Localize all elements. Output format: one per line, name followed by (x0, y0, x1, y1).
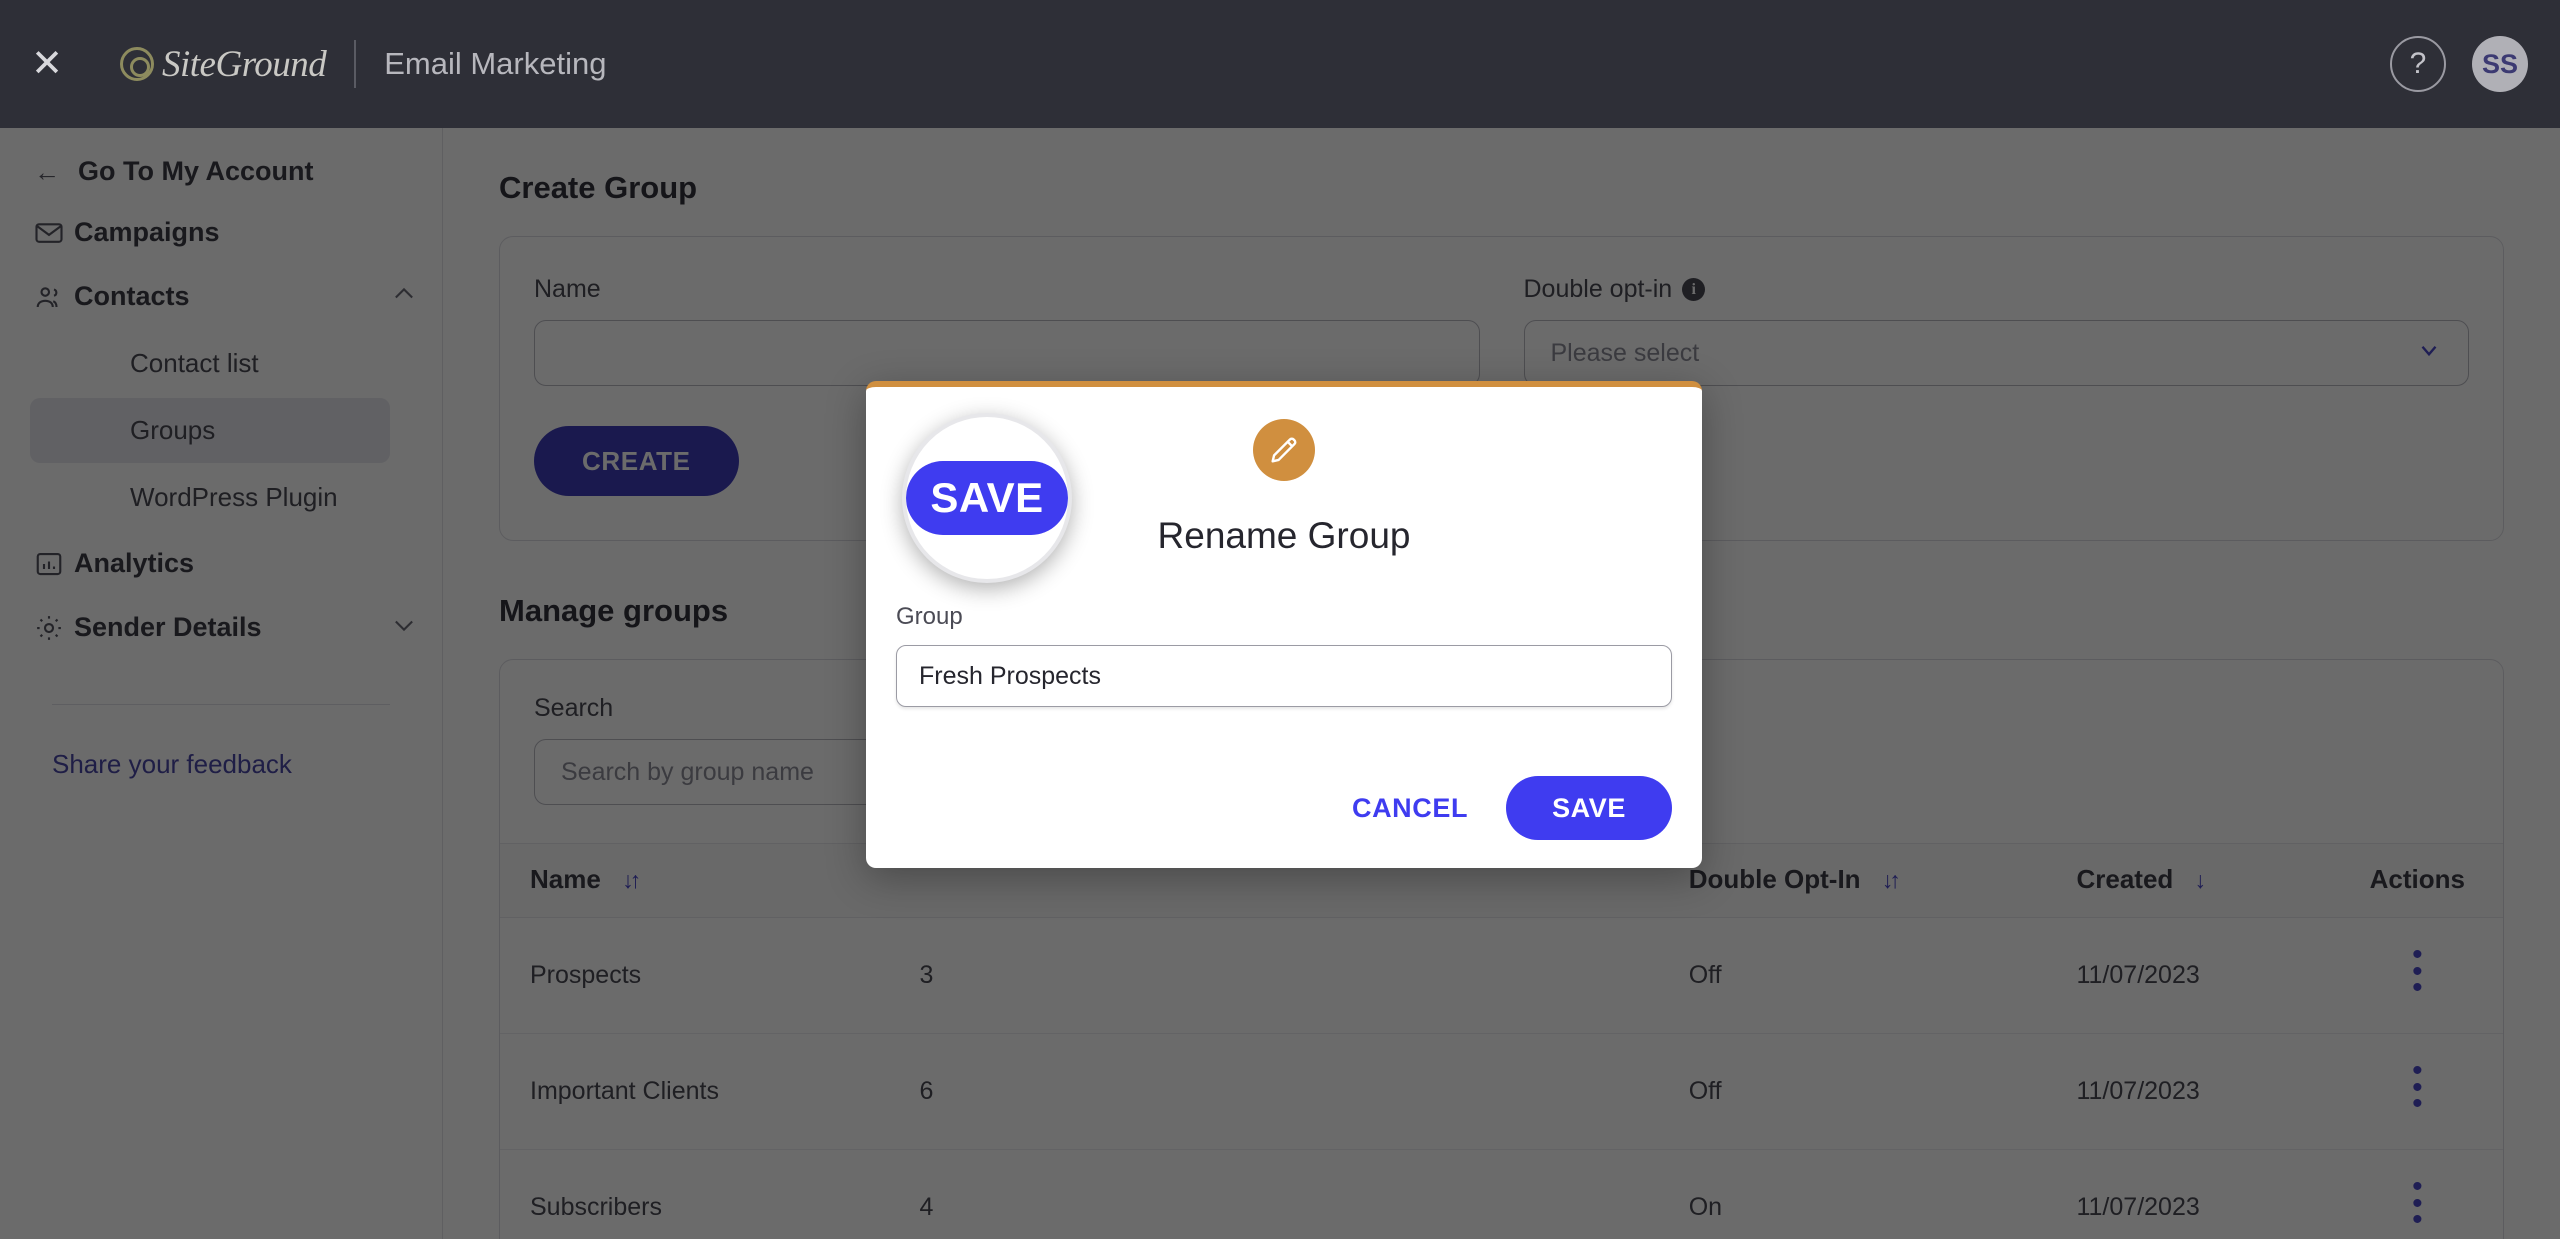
app-title: Email Marketing (384, 46, 607, 81)
pencil-icon (1253, 419, 1315, 481)
header-divider (354, 40, 357, 88)
group-name-input[interactable]: Fresh Prospects (896, 645, 1672, 707)
cancel-button[interactable]: CANCEL (1330, 777, 1490, 840)
brand-name: SiteGround (162, 43, 327, 85)
modal-field-label: Group (896, 603, 963, 630)
modal-actions: CANCEL SAVE (1330, 776, 1672, 840)
siteground-mark-icon (120, 47, 154, 81)
help-icon[interactable]: ? (2390, 36, 2446, 92)
magnifier-overlay: SAVE (902, 413, 1072, 583)
avatar[interactable]: SS (2472, 36, 2528, 92)
app-root: ✕ SiteGround Email Marketing ? SS ← Go T… (0, 0, 2560, 1239)
magnified-save-button[interactable]: SAVE (906, 461, 1068, 535)
save-button[interactable]: SAVE (1506, 776, 1672, 840)
top-bar: ✕ SiteGround Email Marketing ? SS (0, 0, 2560, 128)
siteground-logo[interactable]: SiteGround (120, 43, 327, 86)
close-icon[interactable]: ✕ (22, 39, 72, 89)
top-bar-actions: ? SS (2390, 36, 2528, 92)
